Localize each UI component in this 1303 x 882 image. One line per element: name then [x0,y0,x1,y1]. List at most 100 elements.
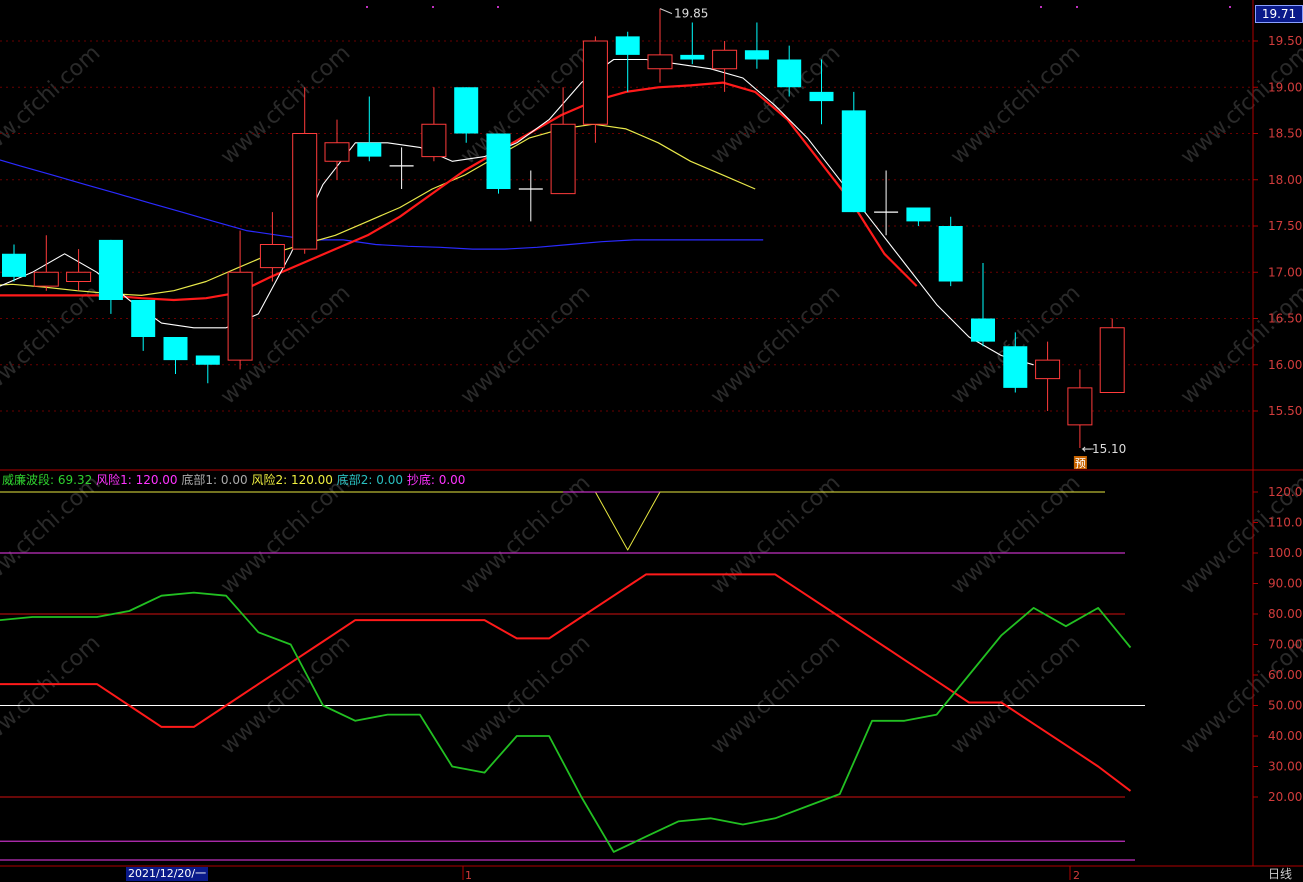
candle-body [777,59,802,88]
marker-dot [432,6,434,8]
legend-item-risk2: 风险2: 120.00 [251,473,333,487]
legend-item-bottom1: 底部1: 0.00 [181,473,248,487]
candle [841,91,866,213]
legend-value: 69.32 [57,473,93,487]
candle [195,355,220,384]
watermark-text: www.cfchi.com [706,281,845,410]
candle-body [131,300,156,337]
candle-body [1099,327,1125,393]
candle-body [550,123,576,195]
marker-dot [497,6,499,8]
indicator-legend: 威廉波段: 69.32 风险1: 120.00 底部1: 0.00 风险2: 1… [2,471,465,488]
candle-body [227,271,253,361]
candle-body [1067,387,1093,426]
candle-body [421,123,447,158]
ytick-label: 50.00 [1268,699,1302,713]
candle [163,337,188,374]
candle [486,133,511,194]
marker-dot [1229,6,1231,8]
legend-value: 0.00 [376,473,403,487]
watermark-text: www.cfchi.com [1176,41,1303,170]
williams-band-line [0,591,1132,853]
watermark-text: www.cfchi.com [456,631,595,760]
candle [131,300,156,351]
candle-body [582,40,608,125]
ytick-label: 18.00 [1268,173,1302,187]
candle-body [809,91,834,102]
watermark-text: www.cfchi.com [706,631,845,760]
watermark-text: www.cfchi.com [0,631,105,760]
legend-name: 抄底 [406,473,431,487]
ytick-label: 120.0 [1268,485,1302,499]
candle-body [615,36,640,55]
candle [421,87,447,162]
ytick-label: 60.00 [1268,668,1302,682]
candle [938,216,963,287]
watermark-text: www.cfchi.com [0,41,105,170]
candle-body [1003,346,1028,388]
watermark-text: www.cfchi.com [216,631,355,760]
watermark-text: www.cfchi.com [1176,281,1303,410]
candle-body [2,253,26,277]
watermark-text: www.cfchi.com [0,281,105,410]
legend-item-bottom-fishing: 抄底: 0.00 [406,473,466,487]
legend-name: 威廉波段 [2,473,51,487]
candle-body [486,133,511,189]
last-price-box: 19.71 [1255,5,1303,23]
marker-dot [366,6,368,8]
ytick-label: 15.50 [1268,404,1302,418]
ytick-label: 80.00 [1268,607,1302,621]
watermark-text: www.cfchi.com [946,471,1085,600]
legend-name: 风险2 [251,473,284,487]
watermark-text: www.cfchi.com [0,471,105,600]
candle-body [259,244,285,269]
candle [744,22,769,69]
grid-lines [0,0,1303,867]
watermark-layer: www.cfchi.com www.cfchi.com www.cfchi.com w… [0,41,1303,760]
ytick-label: 16.00 [1268,358,1302,372]
candle [227,230,253,370]
watermark-text: www.cfchi.com [216,471,355,600]
period-button[interactable]: 日线 [1268,867,1292,881]
low-price-label: ←15.10 [1082,442,1126,456]
ytick-label: 16.50 [1268,312,1302,326]
candle [357,96,382,162]
candle [1035,341,1061,411]
watermark-text: www.cfchi.com [946,41,1085,170]
candle [324,119,350,180]
candle [1067,369,1093,448]
marker-dot [1040,6,1042,8]
candle-body [712,49,738,70]
candle-body [938,226,963,282]
candle-body [33,271,59,287]
legend-value: 0.00 [438,473,466,487]
watermark-text: www.cfchi.com [706,471,845,600]
candle [615,31,640,92]
chart-canvas[interactable]: www.cfchi.com www.cfchi.com www.cfchi.com w… [0,0,1303,882]
candle-body [841,110,866,213]
ytick-label: 30.00 [1268,760,1302,774]
candle [906,207,931,226]
cursor-date-label: 2021/12/20/一 [126,867,209,881]
candle-body [971,318,995,342]
candle [971,263,995,347]
candle [33,235,59,291]
watermark-text: www.cfchi.com [456,281,595,410]
candle-body [1035,359,1061,380]
legend-name: 底部1 [181,473,214,487]
ytick-label: 17.00 [1268,265,1302,279]
legend-value: 120.00 [290,473,333,487]
ytick-label: 17.50 [1268,219,1302,233]
xtick-label: 2 [1073,869,1080,882]
candle-body [66,271,92,282]
candle [2,244,26,282]
candle [550,87,576,195]
high-price-label: 19.85 [674,7,708,21]
ytick-label: 20.00 [1268,790,1302,804]
marker-dot [1076,6,1078,8]
predict-badge-text: 预 [1075,457,1086,470]
candle-body [647,54,673,70]
ytick-label: 90.00 [1268,577,1302,591]
candle-body [744,50,769,60]
candle-body [292,133,318,250]
